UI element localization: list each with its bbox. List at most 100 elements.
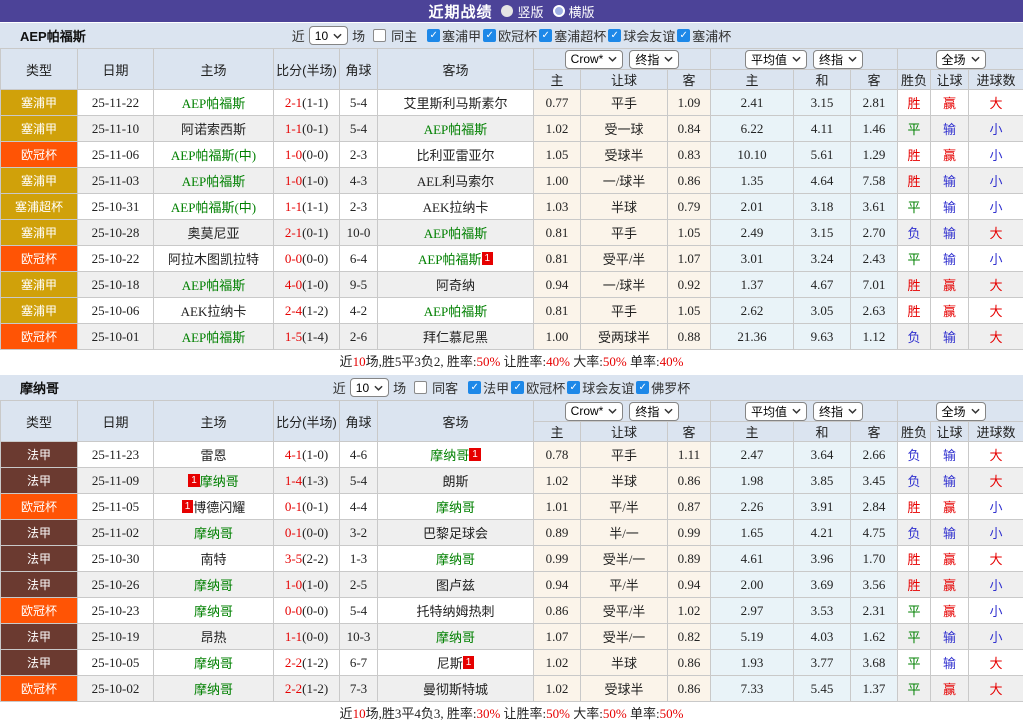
near-label: 近	[333, 378, 346, 397]
league-badge: 法甲	[1, 572, 78, 598]
checkbox-checked-icon[interactable]: ✓	[567, 381, 580, 394]
away-team[interactable]: AEK拉纳卡	[378, 194, 534, 220]
league-filter-checkbox[interactable]: ✓法甲	[468, 378, 509, 397]
handicap-result: 输	[931, 116, 969, 142]
fulltime-scope-select[interactable]: 全场	[936, 50, 986, 69]
checkbox-checked-icon[interactable]: ✓	[677, 29, 690, 42]
league-filter-checkbox[interactable]: ✓塞浦甲	[427, 26, 481, 45]
away-team[interactable]: 托特纳姆热刺	[378, 598, 534, 624]
home-team[interactable]: AEP帕福斯(中)	[154, 194, 274, 220]
home-team[interactable]: 雷恩	[154, 442, 274, 468]
radio-unselected-icon[interactable]	[553, 5, 565, 17]
recent-count-select[interactable]: 10	[309, 26, 348, 45]
home-team[interactable]: 摩纳哥	[154, 650, 274, 676]
away-team[interactable]: AEL利马索尔	[378, 168, 534, 194]
league-filter-checkbox[interactable]: ✓欧冠杯	[511, 378, 565, 397]
away-team[interactable]: AEP帕福斯	[378, 220, 534, 246]
league-filter-checkbox[interactable]: ✓塞浦杯	[677, 26, 731, 45]
recent-count-select[interactable]: 10	[350, 378, 389, 397]
away-team[interactable]: 朗斯	[378, 468, 534, 494]
away-team[interactable]: AEP帕福斯1	[378, 246, 534, 272]
checkbox-checked-icon[interactable]: ✓	[427, 29, 440, 42]
euro-away-odds: 2.43	[851, 246, 898, 272]
final-odds-select-2[interactable]: 终指	[813, 402, 863, 421]
away-team[interactable]: 比利亚雷亚尔	[378, 142, 534, 168]
bookmaker-select[interactable]: Crow*	[565, 50, 624, 69]
home-team[interactable]: AEP帕福斯	[154, 272, 274, 298]
home-team[interactable]: AEK拉纳卡	[154, 298, 274, 324]
score: 4-1(1-0)	[274, 442, 340, 468]
away-team[interactable]: 图卢兹	[378, 572, 534, 598]
match-result: 胜	[898, 572, 931, 598]
radio-vertical-layout[interactable]: 竖版	[501, 2, 543, 21]
home-team[interactable]: 摩纳哥	[154, 598, 274, 624]
radio-horizontal-layout[interactable]: 横版	[553, 2, 595, 21]
final-odds-select[interactable]: 终指	[629, 50, 679, 69]
away-team[interactable]: AEP帕福斯	[378, 116, 534, 142]
home-team[interactable]: 摩纳哥	[154, 676, 274, 702]
handicap-result: 赢	[931, 676, 969, 702]
checkbox-checked-icon[interactable]: ✓	[539, 29, 552, 42]
average-odds-select[interactable]: 平均值	[745, 402, 807, 421]
away-team[interactable]: 摩纳哥1	[378, 442, 534, 468]
home-team[interactable]: 摩纳哥	[154, 572, 274, 598]
checkbox-checked-icon[interactable]: ✓	[636, 381, 649, 394]
fulltime-scope-select[interactable]: 全场	[936, 402, 986, 421]
handicap-away-odds: 0.94	[668, 572, 711, 598]
checkbox-checked-icon[interactable]: ✓	[468, 381, 481, 394]
home-team[interactable]: 1摩纳哥	[154, 468, 274, 494]
home-team[interactable]: 奥莫尼亚	[154, 220, 274, 246]
checkbox-checked-icon[interactable]: ✓	[608, 29, 621, 42]
away-team[interactable]: 曼彻斯特城	[378, 676, 534, 702]
away-team[interactable]: 阿奇纳	[378, 272, 534, 298]
checkbox-unchecked-icon[interactable]	[373, 29, 386, 42]
away-team[interactable]: 尼斯1	[378, 650, 534, 676]
home-team[interactable]: 摩纳哥	[154, 520, 274, 546]
home-team[interactable]: 昂热	[154, 624, 274, 650]
matches-label: 场	[352, 26, 365, 45]
league-filter-checkbox[interactable]: ✓球会友谊	[608, 26, 675, 45]
home-team[interactable]: 南特	[154, 546, 274, 572]
home-team[interactable]: 阿诺索西斯	[154, 116, 274, 142]
away-team[interactable]: 拜仁慕尼黑	[378, 324, 534, 350]
home-team[interactable]: AEP帕福斯	[154, 90, 274, 116]
checkbox-unchecked-icon[interactable]	[414, 381, 427, 394]
final-odds-select[interactable]: 终指	[629, 402, 679, 421]
euro-home-odds: 2.26	[711, 494, 794, 520]
home-team[interactable]: 阿拉木图凯拉特	[154, 246, 274, 272]
chevron-down-icon	[971, 408, 980, 414]
same-venue-checkbox[interactable]: 同主	[373, 26, 417, 45]
home-team[interactable]: AEP帕福斯	[154, 168, 274, 194]
average-odds-select[interactable]: 平均值	[745, 50, 807, 69]
away-team[interactable]: AEP帕福斯	[378, 298, 534, 324]
away-team[interactable]: 巴黎足球会	[378, 520, 534, 546]
home-team[interactable]: AEP帕福斯(中)	[154, 142, 274, 168]
euro-away-odds: 2.81	[851, 90, 898, 116]
league-filter-checkbox[interactable]: ✓欧冠杯	[483, 26, 537, 45]
goals-result: 小	[969, 520, 1023, 546]
same-venue-label: 同客	[432, 378, 458, 397]
same-venue-checkbox[interactable]: 同客	[414, 378, 458, 397]
away-team[interactable]: 摩纳哥	[378, 624, 534, 650]
final-odds-select-2[interactable]: 终指	[813, 50, 863, 69]
euro-home-odds: 3.01	[711, 246, 794, 272]
euro-home-odds: 2.01	[711, 194, 794, 220]
home-team[interactable]: 1博德闪耀	[154, 494, 274, 520]
page-title: 近期战绩	[428, 1, 492, 22]
league-filter-checkbox[interactable]: ✓球会友谊	[567, 378, 634, 397]
match-date: 25-10-18	[78, 272, 154, 298]
bookmaker-select[interactable]: Crow*	[565, 402, 624, 421]
handicap-home-odds: 0.86	[534, 598, 581, 624]
goals-result: 大	[969, 546, 1023, 572]
near-label: 近	[292, 26, 305, 45]
euro-home-odds: 2.41	[711, 90, 794, 116]
home-team[interactable]: AEP帕福斯	[154, 324, 274, 350]
league-filter-checkbox[interactable]: ✓塞浦超杯	[539, 26, 606, 45]
league-filter-checkbox[interactable]: ✓佛罗杯	[636, 378, 690, 397]
checkbox-checked-icon[interactable]: ✓	[483, 29, 496, 42]
checkbox-checked-icon[interactable]: ✓	[511, 381, 524, 394]
away-team[interactable]: 摩纳哥	[378, 494, 534, 520]
radio-selected-icon[interactable]	[501, 5, 513, 17]
away-team[interactable]: 摩纳哥	[378, 546, 534, 572]
away-team[interactable]: 艾里斯利马斯素尔	[378, 90, 534, 116]
